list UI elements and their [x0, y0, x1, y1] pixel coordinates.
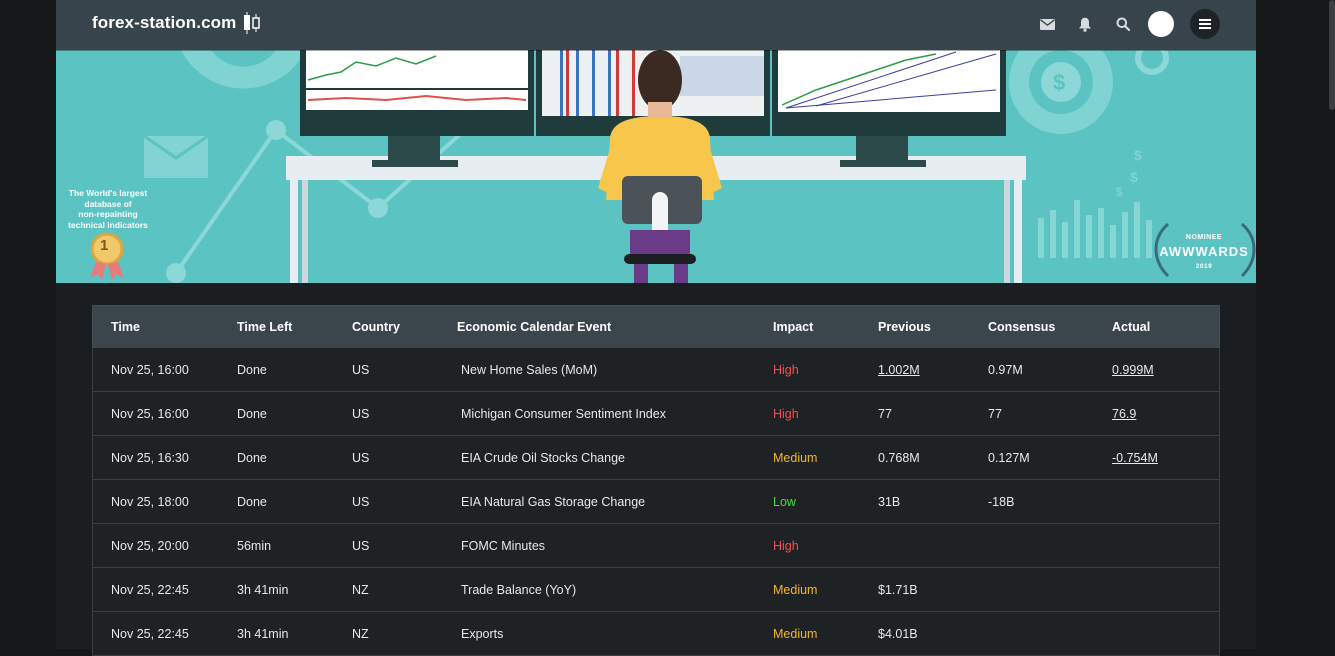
cell-previous: $1.71B [878, 582, 918, 597]
col-header-country: Country [352, 320, 400, 334]
table-row: Nov 25, 16:30 Done US EIA Crude Oil Stoc… [92, 436, 1220, 480]
col-header-previous: Previous [878, 320, 931, 334]
col-header-time: Time [111, 320, 140, 334]
cell-event: Trade Balance (YoY) [461, 582, 577, 597]
cell-country: US [352, 450, 370, 465]
table-row: Nov 25, 18:00 Done US EIA Natural Gas St… [92, 480, 1220, 524]
nav-icon-group [1028, 9, 1220, 39]
previous-link[interactable]: 1.002M [878, 363, 920, 377]
cell-time: Nov 25, 16:00 [111, 406, 189, 421]
search-icon [1116, 17, 1130, 31]
cell-previous: 77 [878, 406, 892, 421]
hero-tagline: The World's largest database of non-repa… [58, 188, 158, 230]
cell-country: NZ [352, 626, 369, 641]
cell-time: Nov 25, 22:45 [111, 582, 189, 597]
hero-illustration: $ $ $ $ [90, 50, 1256, 283]
cell-time: Nov 25, 22:45 [111, 626, 189, 641]
awwwards-label: AWWWARDS [1159, 244, 1249, 259]
cell-time-left: Done [237, 406, 267, 421]
cell-time-left: Done [237, 362, 267, 377]
cell-impact: Medium [773, 582, 818, 597]
tagline-line: database of [84, 198, 132, 209]
col-header-impact: Impact [773, 320, 814, 334]
cell-event: EIA Natural Gas Storage Change [461, 494, 646, 509]
menu-icon [1199, 19, 1211, 29]
tagline-line: The World's largest [68, 188, 148, 198]
award-year: 2019 [1195, 263, 1213, 270]
notifications-button[interactable] [1066, 9, 1104, 39]
page-scrollbar[interactable] [1329, 0, 1335, 110]
cell-event: FOMC Minutes [461, 538, 546, 553]
cell-consensus: 0.97M [988, 362, 1023, 377]
svg-text:$: $ [1134, 147, 1142, 163]
user-avatar[interactable] [1148, 11, 1174, 37]
cell-time: Nov 25, 20:00 [111, 538, 189, 553]
nominee-label: NOMINEE [1185, 234, 1223, 241]
awwwards-badge[interactable]: NOMINEE AWWWARDS 2019 [1158, 228, 1250, 278]
svg-text:$: $ [1053, 70, 1065, 95]
cell-country: US [352, 362, 370, 377]
svg-text:$: $ [1116, 185, 1123, 199]
table-row: Nov 25, 16:00 Done US Michigan Consumer … [92, 392, 1220, 436]
messages-button[interactable] [1028, 9, 1066, 39]
cell-country: US [352, 538, 370, 553]
top-navbar: forex-station.com [56, 0, 1256, 50]
cell-time: Nov 25, 18:00 [111, 494, 189, 509]
table-row: Nov 25, 22:45 3h 41min NZ Trade Balance … [92, 568, 1220, 612]
cell-impact: High [773, 362, 799, 377]
svg-text:$: $ [1130, 169, 1138, 185]
cell-event: EIA Crude Oil Stocks Change [461, 450, 625, 465]
menu-button[interactable] [1190, 9, 1220, 39]
col-header-consensus: Consensus [988, 320, 1056, 334]
bell-icon [1079, 17, 1091, 32]
cell-country: NZ [352, 582, 369, 597]
actual-link[interactable]: -0.754M [1112, 451, 1158, 465]
col-header-time-left: Time Left [237, 320, 293, 334]
table-header-row: Time Time Left Country Economic Calendar… [92, 305, 1220, 348]
cell-impact: High [773, 406, 799, 421]
cell-time-left: Done [237, 450, 267, 465]
actual-link[interactable]: 0.999M [1112, 363, 1154, 377]
cell-impact: Medium [773, 626, 818, 641]
cell-previous: 0.768M [878, 450, 920, 465]
cell-impact: Medium [773, 450, 818, 465]
cell-previous: 31B [878, 494, 901, 509]
candlestick-icon [244, 12, 261, 34]
cell-country: US [352, 406, 370, 421]
cell-time: Nov 25, 16:30 [111, 450, 189, 465]
cell-consensus: -18B [988, 494, 1015, 509]
site-logo[interactable]: forex-station.com [92, 12, 262, 34]
table-row: Nov 25, 16:00 Done US New Home Sales (Mo… [92, 348, 1220, 392]
cell-previous: $4.01B [878, 626, 918, 641]
cell-time: Nov 25, 16:00 [111, 362, 189, 377]
cell-event: Exports [461, 626, 504, 641]
tagline-line: non-repainting [78, 209, 138, 219]
col-header-event: Economic Calendar Event [457, 320, 612, 334]
medal-number: 1 [100, 237, 109, 254]
economic-calendar-table: Time Time Left Country Economic Calendar… [92, 305, 1220, 656]
cell-event: New Home Sales (MoM) [461, 362, 598, 377]
envelope-icon [1039, 18, 1055, 30]
cell-impact: Low [773, 494, 796, 509]
hero-banner: $ $ $ $ The World's largest database of … [56, 50, 1256, 283]
cell-time-left: Done [237, 494, 267, 509]
cell-impact: High [773, 538, 799, 553]
table-row: Nov 25, 22:45 3h 41min NZ Exports Medium… [92, 612, 1220, 656]
cell-time-left: 56min [237, 538, 272, 553]
cell-event: Michigan Consumer Sentiment Index [461, 406, 666, 421]
col-header-actual: Actual [1112, 320, 1151, 334]
cell-consensus: 77 [988, 406, 1002, 421]
search-button[interactable] [1104, 9, 1142, 39]
cell-country: US [352, 494, 370, 509]
cell-time-left: 3h 41min [237, 582, 289, 597]
cell-time-left: 3h 41min [237, 626, 289, 641]
tagline-line: technical indicators [68, 219, 148, 230]
cell-consensus: 0.127M [988, 450, 1030, 465]
actual-link[interactable]: 76.9 [1112, 407, 1136, 421]
table-row: Nov 25, 20:00 56min US FOMC Minutes High [92, 524, 1220, 568]
logo-text: forex-station.com [92, 13, 237, 32]
page-frame: forex-station.com $ $ $ $ The World's la… [56, 0, 1256, 656]
